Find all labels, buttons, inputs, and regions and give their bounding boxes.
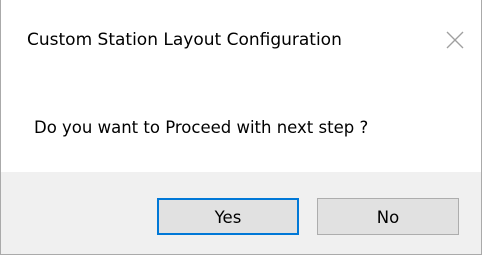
title-bar: Custom Station Layout Configuration <box>1 0 481 88</box>
close-button[interactable] <box>433 20 477 60</box>
yes-button[interactable]: Yes <box>157 198 299 235</box>
dialog-footer: Yes No <box>1 172 481 254</box>
dialog-message: Do you want to Proceed with next step ? <box>34 118 369 137</box>
dialog-title: Custom Station Layout Configuration <box>27 30 342 50</box>
no-button[interactable]: No <box>317 198 459 235</box>
message-dialog: Custom Station Layout Configuration Do y… <box>0 0 482 255</box>
close-icon <box>446 31 464 49</box>
